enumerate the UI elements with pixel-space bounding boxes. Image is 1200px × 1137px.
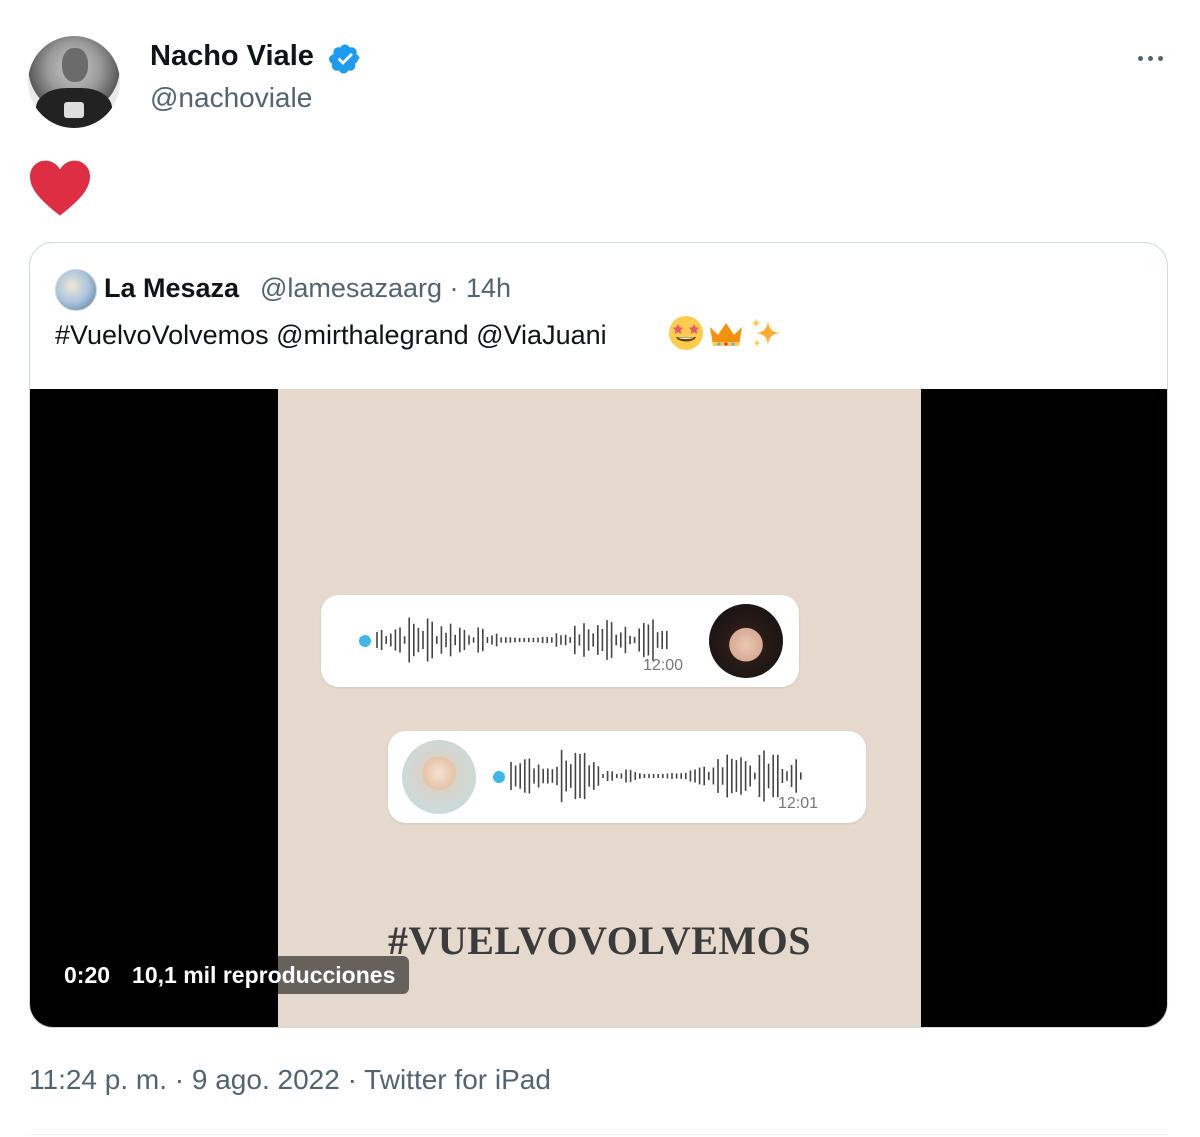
tweet-timestamp-source[interactable]: 11:24 p. m. · 9 ago. 2022 · Twitter for … (29, 1064, 551, 1096)
crown-emoji-icon (710, 323, 742, 346)
star-struck-emoji-icon (669, 316, 703, 350)
quoted-tweet-emojis (668, 315, 784, 355)
playback-dot (359, 635, 371, 647)
voice-message-time: 12:00 (643, 657, 684, 674)
more-options-icon[interactable] (1130, 40, 1170, 76)
red-heart-icon (30, 160, 90, 216)
voice-message-time: 12:01 (778, 795, 819, 812)
quoted-author-name[interactable]: La Mesaza (104, 273, 239, 304)
voice-message-bubble: 12:01 (388, 731, 866, 823)
divider (29, 1134, 1168, 1135)
video-views: 10,1 mil reproducciones (132, 961, 396, 988)
playback-dot (493, 771, 505, 783)
sender-avatar (402, 740, 476, 814)
voice-message-bubble: 12:00 (321, 595, 799, 687)
video-frame: 12:00 12:01 #VUELVOVOLVEMOS (278, 389, 921, 1027)
author-name[interactable]: Nacho Viale (150, 40, 314, 73)
video-duration: 0:20 (64, 961, 111, 988)
quoted-author-meta: @lamesazaarg · 14h (260, 273, 512, 303)
verified-badge-icon (329, 44, 360, 74)
video-stats-overlay: 0:20 10,1 mil reproducciones (50, 956, 410, 994)
author-handle[interactable]: @nachoviale (150, 82, 312, 114)
quoted-author-avatar[interactable] (55, 269, 97, 311)
video-player[interactable]: 12:00 12:01 #VUELVOVOLVEMOS 0:20 10,1 mi… (30, 389, 1167, 1027)
quoted-tweet-text: #VuelvoVolvemos @mirthalegrand @ViaJuani (55, 320, 607, 350)
quoted-tweet-card[interactable]: La Mesaza @lamesazaarg · 14h #VuelvoVolv… (29, 242, 1168, 1028)
sparkles-emoji-icon (751, 318, 780, 347)
author-avatar[interactable] (28, 36, 120, 128)
sender-avatar (709, 604, 783, 678)
